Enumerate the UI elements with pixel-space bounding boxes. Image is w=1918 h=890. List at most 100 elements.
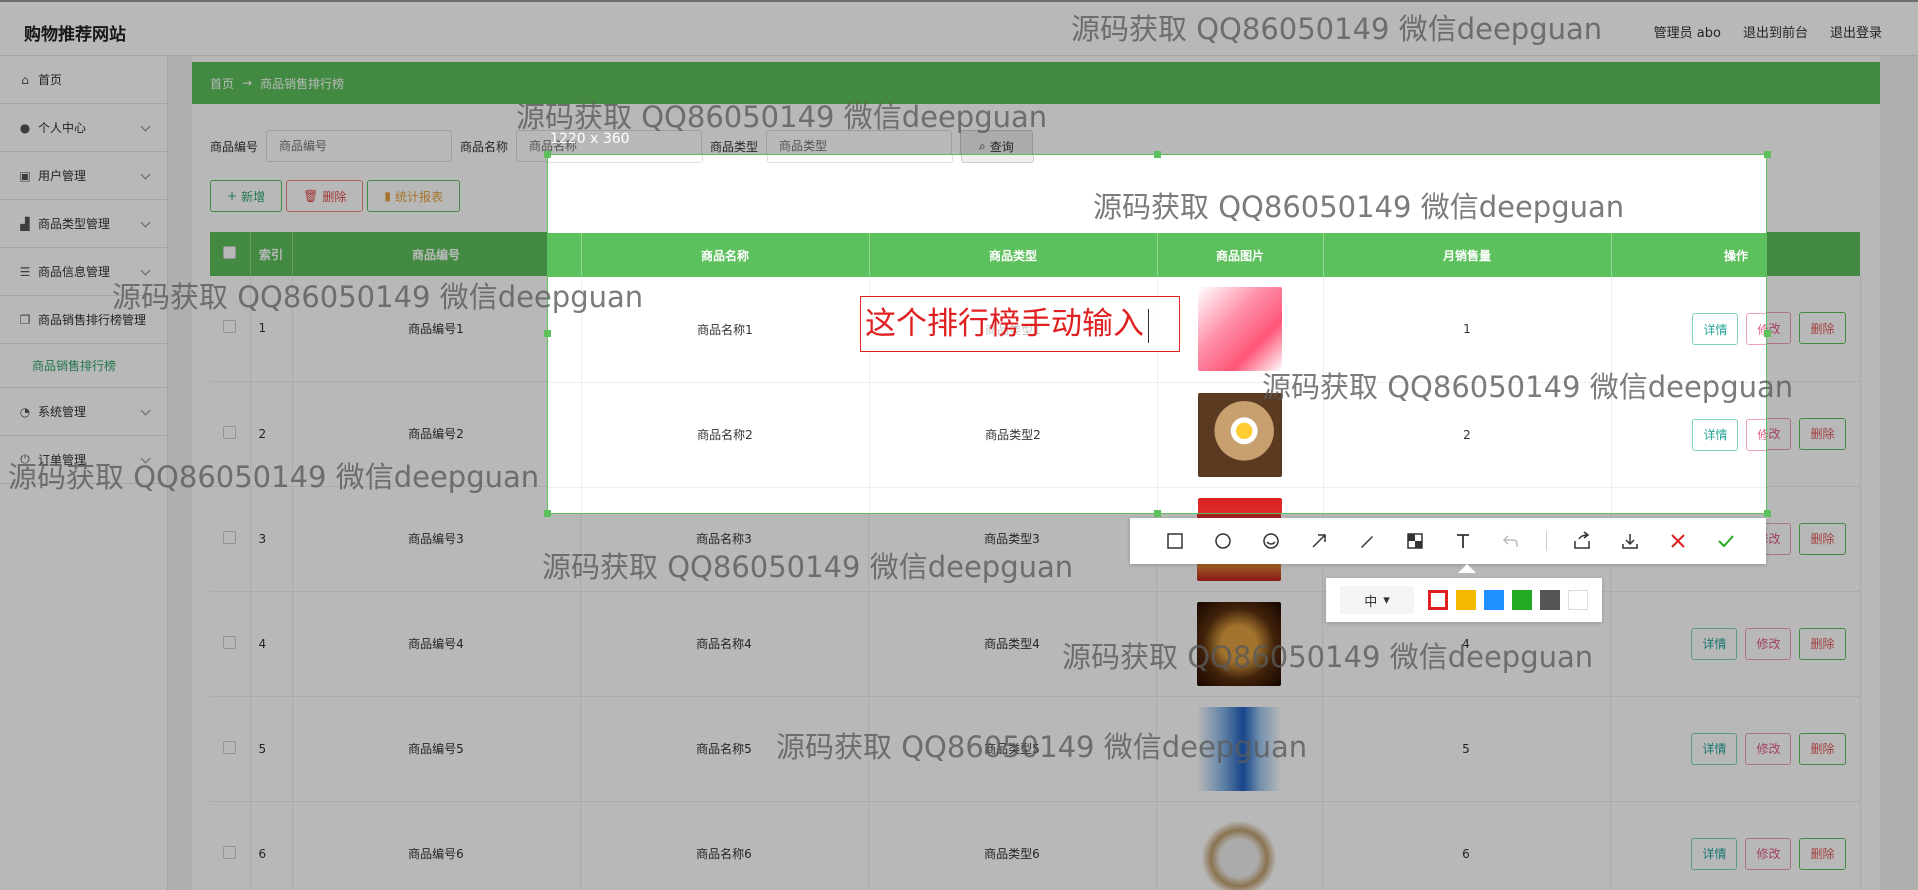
stats-report-button[interactable]: ▮ 统计报表 [367, 180, 460, 212]
user-icon: ● [19, 120, 31, 135]
clipboard-icon: ▣ [19, 168, 31, 183]
delete-button[interactable]: 删除 [1799, 732, 1846, 765]
code-label: 商品编号 [210, 139, 259, 154]
row-checkbox[interactable] [210, 381, 251, 486]
type-input[interactable] [767, 155, 954, 163]
name-input[interactable] [548, 155, 704, 163]
table-row: 4 商品编号4 商品名称4 商品类型4 4 详情 修改 删除 [210, 591, 1861, 696]
resize-handle[interactable] [544, 151, 551, 158]
mosaic-tool[interactable] [1402, 528, 1428, 554]
detail-button[interactable]: 详情 [1691, 837, 1738, 870]
breadcrumb-home[interactable]: 首页 [210, 75, 234, 92]
resize-handle[interactable] [1764, 151, 1771, 158]
row-checkbox[interactable] [210, 486, 251, 591]
delete-button[interactable]: 删除 [1799, 627, 1846, 660]
header-sales[interactable]: 月销售量 [1323, 233, 1612, 277]
share-tool[interactable] [1569, 528, 1595, 554]
cell-ops: 详情 修改 删除 [1611, 382, 1766, 487]
sidebar-item-users[interactable]: ▣ 用户管理 [0, 152, 167, 200]
arrow-tool[interactable] [1306, 528, 1332, 554]
resize-handle[interactable] [544, 510, 551, 517]
add-button[interactable]: + 新增 [210, 180, 283, 212]
rectangle-tool[interactable] [1162, 528, 1188, 554]
download-tool[interactable] [1617, 528, 1643, 554]
sidebar-item-home[interactable]: ⌂ 首页 [0, 56, 167, 104]
header-index[interactable]: 索引 [250, 232, 293, 276]
row-checkbox[interactable] [210, 801, 251, 890]
ellipse-tool[interactable] [1210, 528, 1236, 554]
sidebar-subitem-sales-ranking[interactable]: 商品销售排行榜 [0, 344, 167, 388]
sidebar-item-sales-ranking[interactable]: ❐ 商品销售排行榜管理 [0, 296, 167, 344]
detail-button[interactable]: 详情 [1692, 313, 1739, 346]
delete-button[interactable]: 删除 [1799, 837, 1846, 870]
product-image [1197, 601, 1281, 686]
color-swatch-gray[interactable] [1540, 590, 1560, 610]
resize-handle[interactable] [544, 330, 551, 337]
search-button[interactable]: ⌕ 查询 [961, 155, 1034, 163]
header-type[interactable]: 商品类型 [869, 233, 1158, 277]
sidebar-item-profile[interactable]: ● 个人中心 [0, 104, 167, 152]
header-code[interactable]: 商品编号 [548, 233, 582, 277]
chevron-down-icon [140, 405, 151, 416]
type-label: 商品类型 [711, 155, 759, 156]
batch-delete-button[interactable]: 🗑 删除 [286, 180, 364, 212]
detail-button[interactable]: 详情 [1691, 627, 1738, 660]
select-all-checkbox[interactable] [210, 232, 251, 276]
edit-button[interactable]: 修改 [1745, 627, 1792, 660]
delete-button[interactable]: 删除 [1799, 312, 1846, 345]
cell-name: 商品名称5 [580, 696, 869, 801]
mosaic-icon [1407, 533, 1423, 549]
edit-button[interactable]: 修改 [1746, 418, 1766, 451]
cell-ops: 详情 修改 删除 [1610, 801, 1861, 890]
emoji-tool[interactable] [1258, 528, 1284, 554]
sidebar-item-system[interactable]: ◔ 系统管理 [0, 388, 167, 436]
logout-link[interactable]: 退出登录 [1830, 22, 1882, 41]
row-checkbox[interactable] [210, 276, 251, 381]
font-size-select[interactable]: 中 ▾ [1340, 586, 1414, 614]
detail-button[interactable]: 详情 [1691, 732, 1738, 765]
text-annotation-input[interactable]: 这个排行榜手动输入 [860, 296, 1180, 352]
rectangle-icon [1167, 533, 1183, 549]
sidebar-item-orders[interactable]: ⏻ 订单管理 [0, 436, 167, 484]
header-image[interactable]: 商品图片 [1157, 233, 1324, 277]
chart-icon: ▟ [20, 216, 30, 231]
confirm-tool[interactable] [1713, 528, 1739, 554]
resize-handle[interactable] [1154, 510, 1161, 517]
delete-button[interactable]: 删除 [1799, 522, 1846, 555]
cell-code: 商品编号2 [548, 382, 582, 487]
delete-button[interactable]: 删除 [1799, 417, 1846, 450]
cell-index: 3 [250, 486, 293, 591]
resize-handle[interactable] [1154, 151, 1161, 158]
color-swatch-white[interactable] [1568, 590, 1588, 610]
search-icon: ⌕ [979, 138, 986, 153]
header-code[interactable]: 商品编号 [292, 232, 581, 276]
exit-to-front-link[interactable]: 退出到前台 [1743, 22, 1808, 41]
resize-handle[interactable] [1764, 330, 1771, 337]
edit-button[interactable]: 修改 [1745, 837, 1792, 870]
cell-index: 1 [250, 276, 293, 381]
cell-code: 商品编号1 [548, 277, 582, 382]
row-checkbox[interactable] [210, 591, 251, 696]
sidebar-item-product-types[interactable]: ▟ 商品类型管理 [0, 200, 167, 248]
color-swatch-green[interactable] [1512, 590, 1532, 610]
color-swatch-red[interactable] [1428, 590, 1448, 610]
chevron-down-icon [140, 121, 151, 132]
cancel-tool[interactable] [1665, 528, 1691, 554]
resize-handle[interactable] [1764, 510, 1771, 517]
pen-tool[interactable] [1354, 528, 1380, 554]
sidebar-item-product-info[interactable]: ☰ 商品信息管理 [0, 248, 167, 296]
undo-tool[interactable] [1498, 528, 1524, 554]
row-checkbox[interactable] [210, 696, 251, 801]
color-swatch-blue[interactable] [1484, 590, 1504, 610]
cell-name: 商品名称6 [580, 801, 869, 890]
toolbar-caret [1458, 564, 1476, 573]
edit-button[interactable]: 修改 [1745, 732, 1792, 765]
name-label: 商品名称 [460, 139, 509, 154]
color-swatch-yellow[interactable] [1456, 590, 1476, 610]
table-row: 2 商品编号2 商品名称2 商品类型2 2 详情 修改 删除 [548, 382, 1766, 487]
code-input[interactable] [266, 130, 453, 162]
detail-button[interactable]: 详情 [1692, 418, 1739, 451]
cell-image [1156, 591, 1323, 696]
header-name[interactable]: 商品名称 [581, 233, 870, 277]
text-tool[interactable] [1450, 528, 1476, 554]
